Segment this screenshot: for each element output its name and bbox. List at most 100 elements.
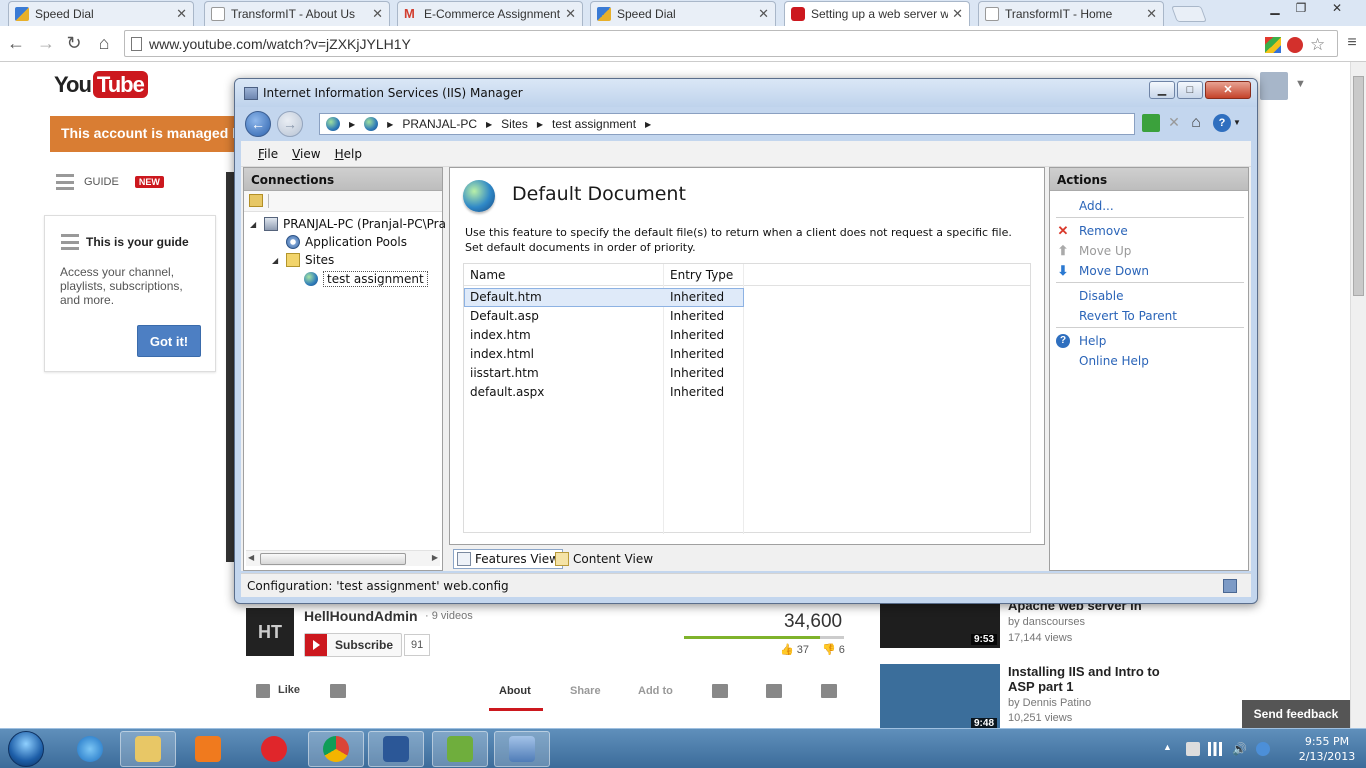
help-icon[interactable]: ? bbox=[1213, 114, 1231, 132]
chevron-right-icon[interactable]: ▶ bbox=[349, 120, 355, 129]
iis-title-bar[interactable]: Internet Information Services (IIS) Mana… bbox=[235, 79, 1257, 107]
close-tab-icon[interactable]: ✕ bbox=[565, 6, 576, 22]
breadcrumb-server[interactable]: PRANJAL-PC bbox=[402, 117, 477, 131]
page-scrollbar[interactable] bbox=[1350, 62, 1366, 728]
reload-icon[interactable]: ↻ bbox=[62, 31, 86, 55]
list-item[interactable]: index.htm Inherited bbox=[464, 326, 744, 345]
breadcrumb-sites[interactable]: Sites bbox=[501, 117, 528, 131]
taskbar-internet-explorer[interactable] bbox=[62, 731, 118, 767]
home-icon[interactable]: ⌂ bbox=[92, 31, 116, 55]
action-add[interactable]: Add... bbox=[1079, 199, 1114, 213]
security-icon[interactable] bbox=[1256, 742, 1270, 756]
collapse-icon[interactable]: ◢ bbox=[250, 220, 260, 229]
channel-avatar[interactable]: HT bbox=[246, 608, 294, 656]
close-icon[interactable]: ✕ bbox=[1316, 0, 1358, 18]
forward-icon[interactable]: → bbox=[34, 31, 58, 55]
thumbs-down-icon[interactable] bbox=[330, 684, 346, 698]
forward-icon[interactable]: → bbox=[277, 111, 303, 137]
browser-tab-active[interactable]: Setting up a web server wi ✕ bbox=[784, 1, 970, 26]
list-item[interactable]: Default.asp Inherited bbox=[464, 307, 744, 326]
menu-icon[interactable]: ≡ bbox=[1340, 31, 1364, 55]
tab-features-view[interactable]: Features View bbox=[453, 549, 563, 569]
avatar[interactable] bbox=[1260, 72, 1288, 100]
home-icon[interactable]: ⌂ bbox=[1187, 114, 1205, 132]
close-tab-icon[interactable]: ✕ bbox=[372, 6, 383, 22]
list-item-selected[interactable]: Default.htm Inherited bbox=[464, 288, 744, 307]
scrollbar-thumb[interactable] bbox=[1353, 76, 1364, 296]
browser-tab[interactable]: TransformIT - Home ✕ bbox=[978, 1, 1164, 26]
adblock-icon[interactable] bbox=[1287, 37, 1303, 53]
thumbs-up-icon[interactable] bbox=[256, 684, 270, 698]
action-move-up[interactable]: Move Up bbox=[1079, 244, 1131, 258]
device-icon[interactable] bbox=[1186, 742, 1200, 756]
close-tab-icon[interactable]: ✕ bbox=[952, 6, 963, 22]
network-icon[interactable] bbox=[1208, 742, 1222, 756]
taskbar-iis-manager[interactable] bbox=[494, 731, 550, 767]
maximize-icon[interactable]: □ bbox=[1177, 81, 1203, 99]
stats-icon[interactable] bbox=[766, 684, 782, 698]
taskbar-word[interactable] bbox=[368, 731, 424, 767]
channel-name[interactable]: HellHoundAdmin bbox=[304, 608, 418, 624]
scroll-left-icon[interactable]: ◀ bbox=[248, 553, 254, 562]
browser-tab[interactable]: M E-Commerce Assignment ✕ bbox=[397, 1, 583, 26]
clock[interactable]: 9:55 PM 2/13/2013 bbox=[1296, 734, 1358, 764]
got-it-button[interactable]: Got it! bbox=[137, 325, 201, 357]
related-video-title[interactable]: Installing IIS and Intro to ASP part 1 bbox=[1008, 664, 1178, 694]
address-bar[interactable]: www.youtube.com/watch?v=jZXKjJYLH1Y ☆ bbox=[124, 30, 1338, 57]
star-icon[interactable]: ☆ bbox=[1310, 36, 1326, 53]
column-header-name[interactable]: Name bbox=[470, 268, 505, 282]
minimize-icon[interactable]: ▁ bbox=[1262, 0, 1288, 18]
chevron-down-icon[interactable]: ▼ bbox=[1295, 78, 1306, 90]
chevron-right-icon[interactable]: ▶ bbox=[387, 120, 393, 129]
breadcrumb-site[interactable]: test assignment bbox=[552, 117, 636, 131]
browser-tab[interactable]: Speed Dial ✕ bbox=[8, 1, 194, 26]
minimize-icon[interactable]: ▁ bbox=[1149, 81, 1175, 99]
tab-content-view[interactable]: Content View bbox=[552, 549, 656, 569]
taskbar-chrome[interactable] bbox=[308, 731, 364, 767]
scrollbar-thumb[interactable] bbox=[260, 553, 406, 565]
like-button[interactable]: Like bbox=[278, 684, 300, 696]
close-tab-icon[interactable]: ✕ bbox=[176, 6, 187, 22]
horizontal-scrollbar[interactable]: ◀ ▶ bbox=[246, 550, 440, 566]
youtube-logo[interactable]: You Tube bbox=[54, 71, 148, 98]
new-tab-button[interactable] bbox=[1171, 6, 1207, 22]
action-online-help[interactable]: Online Help bbox=[1079, 354, 1149, 368]
browser-tab[interactable]: TransformIT - About Us ✕ bbox=[204, 1, 390, 26]
close-tab-icon[interactable]: ✕ bbox=[758, 6, 769, 22]
refresh-icon[interactable] bbox=[1142, 114, 1160, 132]
restore-icon[interactable]: ❐ bbox=[1288, 0, 1314, 18]
chevron-right-icon[interactable]: ▶ bbox=[537, 120, 543, 129]
related-video-thumbnail[interactable]: 9:53 bbox=[880, 598, 1000, 648]
collapse-icon[interactable]: ◢ bbox=[272, 256, 282, 265]
start-button[interactable] bbox=[8, 731, 44, 767]
transcript-icon[interactable] bbox=[712, 684, 728, 698]
scroll-right-icon[interactable]: ▶ bbox=[432, 553, 438, 562]
stop-icon[interactable]: ✕ bbox=[1165, 114, 1183, 132]
tree-node-server[interactable]: ◢ PRANJAL-PC (Pranjal-PC\Pra bbox=[250, 217, 446, 231]
close-tab-icon[interactable]: ✕ bbox=[1146, 6, 1157, 22]
chevron-up-icon[interactable]: ▲ bbox=[1163, 742, 1177, 756]
column-header-entry-type[interactable]: Entry Type bbox=[670, 268, 733, 282]
action-revert-to-parent[interactable]: Revert To Parent bbox=[1079, 309, 1177, 323]
tree-node-app-pools[interactable]: Application Pools bbox=[286, 235, 407, 249]
taskbar-media-player[interactable] bbox=[180, 731, 236, 767]
chevron-right-icon[interactable]: ▶ bbox=[486, 120, 492, 129]
connect-icon[interactable] bbox=[249, 194, 263, 207]
back-icon[interactable]: ← bbox=[245, 111, 271, 137]
subscribe-button[interactable]: Subscribe bbox=[304, 633, 403, 657]
taskbar-opera[interactable] bbox=[246, 731, 302, 767]
send-feedback-button[interactable]: Send feedback bbox=[1242, 700, 1350, 728]
browser-tab[interactable]: Speed Dial ✕ bbox=[590, 1, 776, 26]
tab-share[interactable]: Share bbox=[570, 685, 601, 697]
chevron-down-icon[interactable]: ▼ bbox=[1233, 114, 1243, 132]
related-video-thumbnail[interactable]: 9:48 bbox=[880, 664, 1000, 732]
guide-toggle[interactable]: GUIDE NEW bbox=[56, 174, 164, 190]
menu-view[interactable]: View bbox=[292, 147, 320, 161]
close-icon[interactable]: ✕ bbox=[1205, 81, 1251, 99]
action-disable[interactable]: Disable bbox=[1079, 289, 1124, 303]
list-item[interactable]: default.aspx Inherited bbox=[464, 383, 744, 402]
action-move-down[interactable]: Move Down bbox=[1079, 264, 1149, 278]
tab-about[interactable]: About bbox=[499, 685, 531, 697]
chevron-right-icon[interactable]: ▶ bbox=[645, 120, 651, 129]
tab-add-to[interactable]: Add to bbox=[638, 685, 673, 697]
